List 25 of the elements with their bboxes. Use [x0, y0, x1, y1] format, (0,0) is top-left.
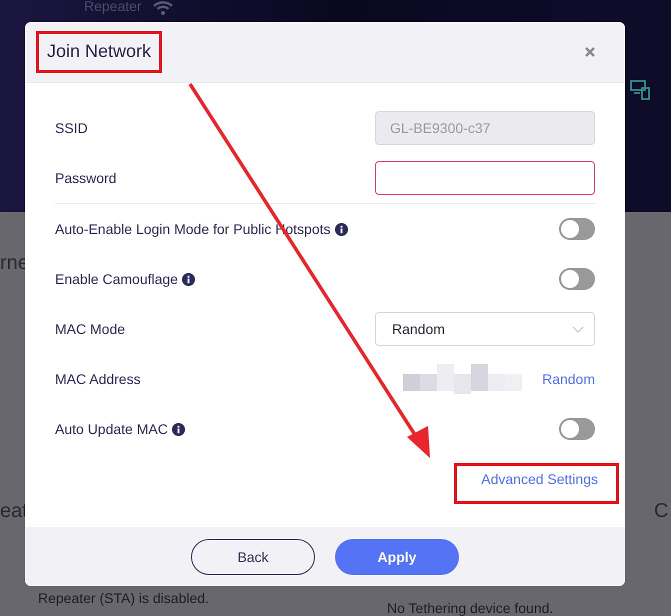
apply-button[interactable]: Apply [335, 538, 459, 574]
field-label: Auto Update MAC [55, 421, 185, 437]
wifi-icon [153, 0, 173, 16]
close-button[interactable] [583, 45, 597, 59]
field-label: MAC Address [55, 371, 141, 387]
devices-icon [628, 78, 652, 102]
chevron-down-icon [572, 326, 584, 332]
background-text: Repeater [84, 0, 142, 14]
background-text: No Tethering device found. [387, 600, 554, 616]
field-label: MAC Mode [55, 321, 126, 337]
field-label: SSID [55, 120, 88, 136]
background-text: Repeater (STA) is disabled. [38, 590, 209, 606]
advanced-settings-link[interactable]: Advanced Settings [454, 463, 619, 504]
password-field[interactable] [375, 161, 595, 195]
toggle-switch[interactable] [559, 268, 595, 290]
background-text: C [654, 500, 668, 523]
toggle-switch[interactable] [559, 218, 595, 240]
toggle-switch[interactable] [559, 418, 595, 440]
dialog-title: Join Network [36, 31, 162, 73]
field-label: Enable Camouflage [55, 271, 195, 287]
mac-mode-dropdown[interactable]: Random [375, 312, 595, 346]
close-icon [585, 47, 595, 57]
field-label: Password [55, 170, 116, 186]
random-mac-link[interactable]: Random [542, 371, 595, 387]
back-button[interactable]: Back [191, 538, 315, 574]
